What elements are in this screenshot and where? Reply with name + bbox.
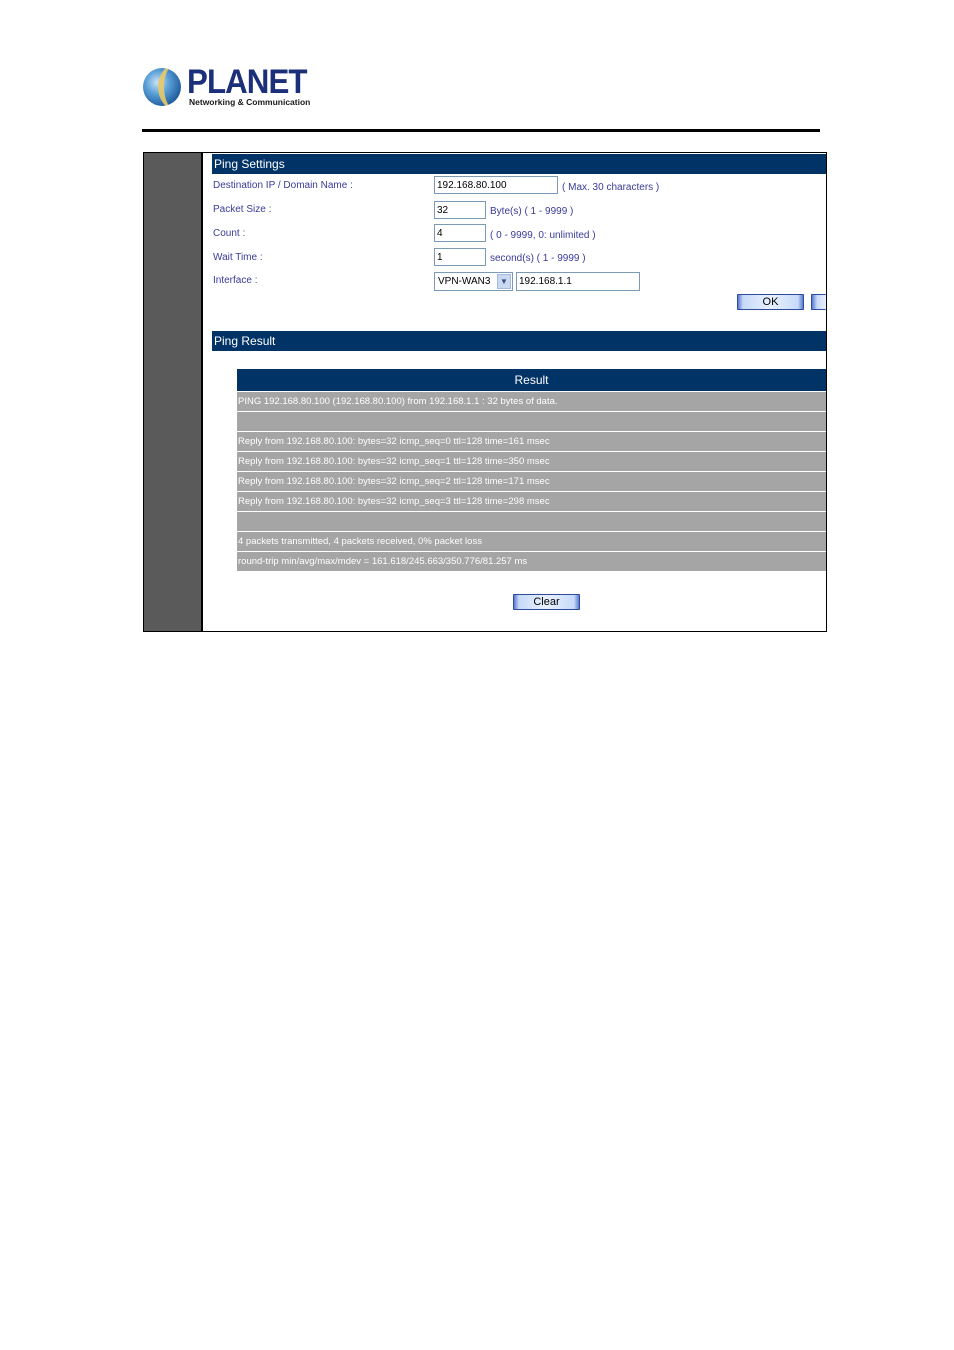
ok-button[interactable]: OK xyxy=(737,294,804,310)
chevron-down-icon[interactable]: ▼ xyxy=(497,274,511,289)
packet-size-label: Packet Size : xyxy=(213,204,272,215)
interface-label: Interface : xyxy=(213,275,258,286)
clear-button[interactable]: Clear xyxy=(513,594,580,610)
result-table-header: Result xyxy=(237,369,826,391)
brand-tagline: Networking & Communication xyxy=(189,97,311,107)
side-menu-panel xyxy=(144,153,203,631)
ping-panel: Ping Settings Destination IP / Domain Na… xyxy=(143,152,827,632)
wait-time-input[interactable] xyxy=(434,248,486,266)
result-row xyxy=(237,411,826,431)
result-row: 4 packets transmitted, 4 packets receive… xyxy=(237,531,826,551)
count-hint: ( 0 - 9999, 0: unlimited ) xyxy=(490,230,596,241)
result-row: Reply from 192.168.80.100: bytes=32 icmp… xyxy=(237,471,826,491)
interface-select[interactable]: VPN-WAN3 ▼ xyxy=(434,272,513,291)
result-row: Reply from 192.168.80.100: bytes=32 icmp… xyxy=(237,491,826,511)
destination-input[interactable] xyxy=(434,176,558,194)
result-row: Reply from 192.168.80.100: bytes=32 icmp… xyxy=(237,451,826,471)
result-row: Reply from 192.168.80.100: bytes=32 icmp… xyxy=(237,431,826,451)
result-table: Result PING 192.168.80.100 (192.168.80.1… xyxy=(237,369,826,571)
cancel-button[interactable] xyxy=(811,294,826,310)
packet-size-hint: Byte(s) ( 1 - 9999 ) xyxy=(490,206,574,217)
wait-time-label: Wait Time : xyxy=(213,252,263,263)
count-input[interactable] xyxy=(434,224,486,242)
planet-globe-icon xyxy=(143,68,181,106)
destination-hint: ( Max. 30 characters ) xyxy=(562,182,660,193)
wait-time-hint: second(s) ( 1 - 9999 ) xyxy=(490,253,586,264)
interface-ip-input[interactable] xyxy=(516,272,640,291)
result-row: round-trip min/avg/max/mdev = 161.618/24… xyxy=(237,551,826,571)
ping-result-title: Ping Result xyxy=(212,331,826,351)
destination-label: Destination IP / Domain Name : xyxy=(213,180,353,191)
result-row xyxy=(237,511,826,531)
result-row: PING 192.168.80.100 (192.168.80.100) fro… xyxy=(237,391,826,411)
ping-settings-title: Ping Settings xyxy=(212,154,826,174)
planet-logo: PLANET Networking & Communication xyxy=(143,63,310,110)
count-label: Count : xyxy=(213,228,246,239)
interface-selected-value: VPN-WAN3 xyxy=(438,276,491,287)
packet-size-input[interactable] xyxy=(434,201,486,219)
header-divider xyxy=(142,129,820,132)
